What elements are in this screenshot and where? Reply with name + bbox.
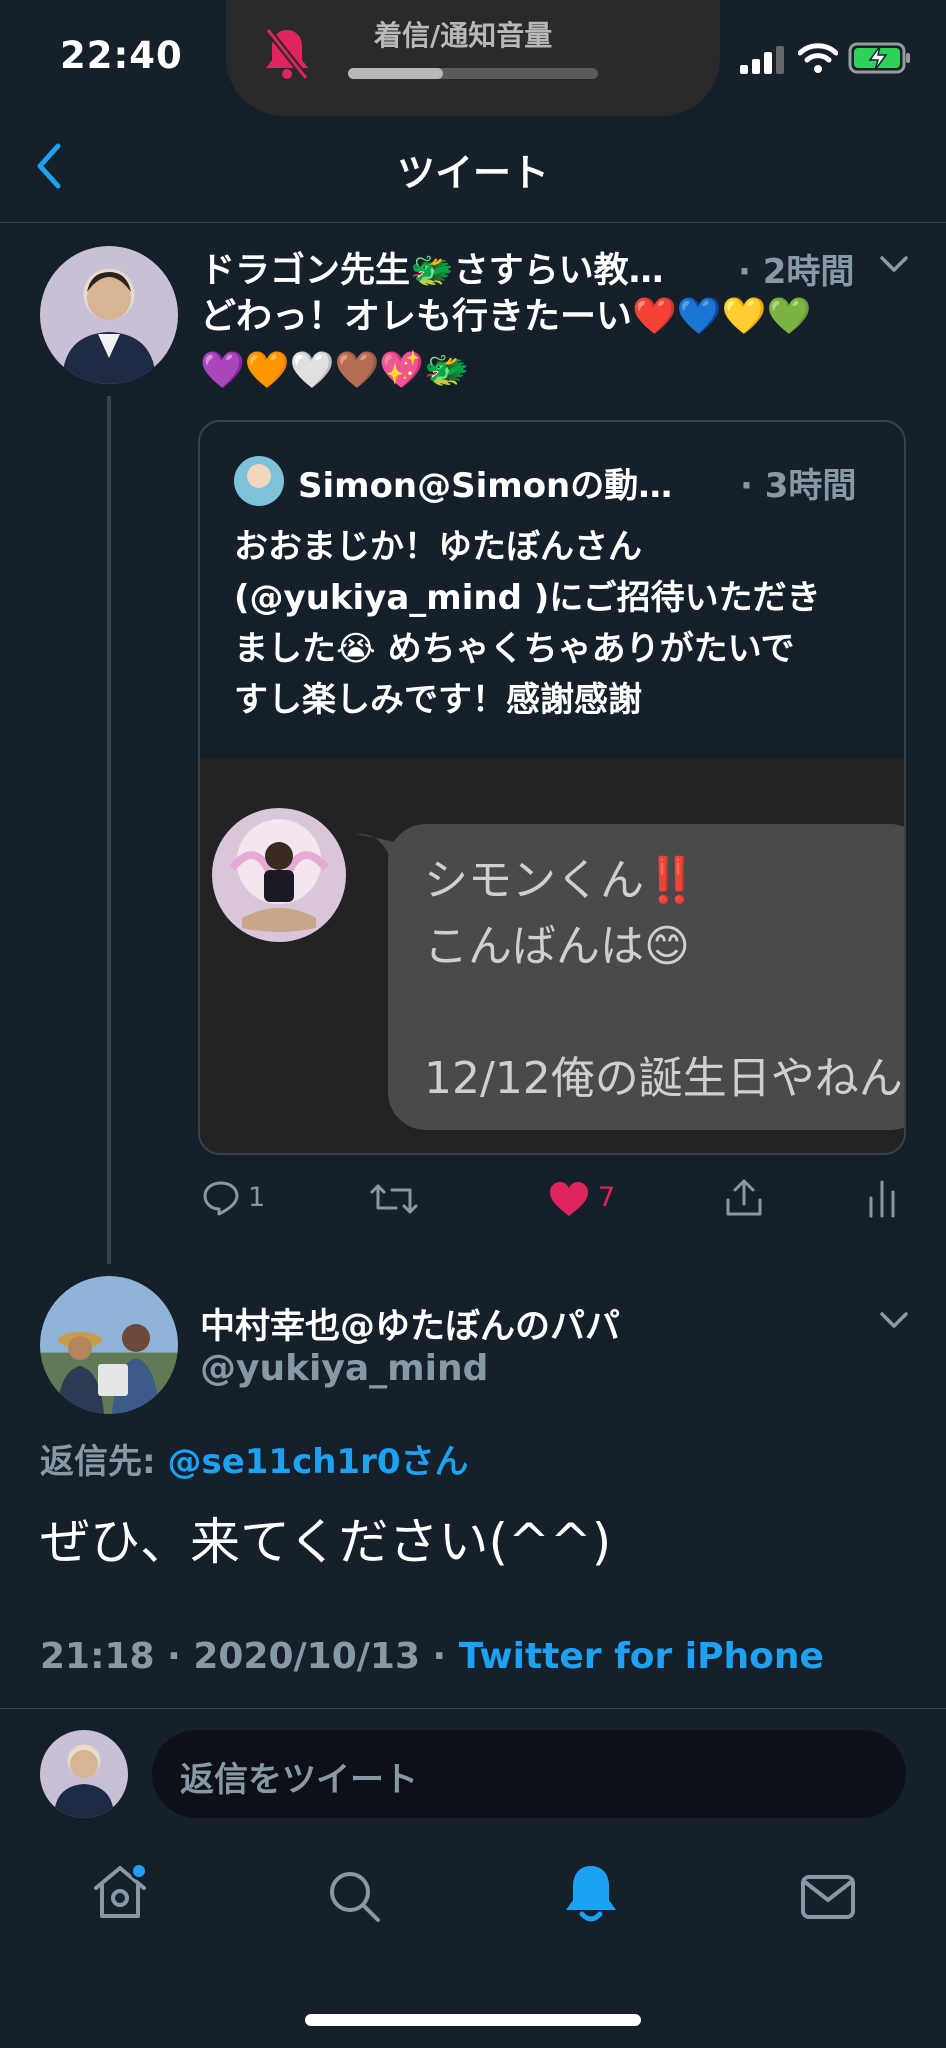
home-indicator xyxy=(305,2014,641,2026)
thread-connector-line xyxy=(107,396,111,1264)
chat-bubble-line1: シモンくん‼️ xyxy=(424,855,699,906)
quoted-tweet-text-line3: ました😭 めちゃくちゃありがたいで xyxy=(234,629,795,669)
parent-tweet-text-line2: 💜🧡🤍🤎💖🐲 xyxy=(200,350,469,391)
quoted-tweet-author: Simon@Simonの動… xyxy=(298,466,673,506)
quoted-tweet-image[interactable]: シモンくん‼️ こんばんは😊 12/12俺の誕生日やねん xyxy=(200,758,904,1153)
chat-bubble: シモンくん‼️ こんばんは😊 12/12俺の誕生日やねん xyxy=(388,824,904,1130)
search-icon[interactable] xyxy=(326,1868,382,1924)
quoted-tweet-card[interactable]: Simon@Simonの動… · 3時間 おおまじか！ゆたぼんさん (@yuki… xyxy=(198,420,906,1155)
reply-to-line: 返信先: @se11ch1r0さん xyxy=(40,1434,469,1483)
like-count: 7 xyxy=(598,1182,616,1213)
home-new-dot xyxy=(130,1862,148,1880)
share-icon[interactable] xyxy=(724,1178,764,1218)
chat-avatar xyxy=(212,808,346,942)
parent-tweet-author[interactable]: ドラゴン先生🐲さすらい教… xyxy=(200,242,664,293)
quoted-tweet-text-line4: すし楽しみです！感謝感謝 xyxy=(234,680,642,720)
volume-fill xyxy=(348,68,443,79)
wifi-icon xyxy=(798,43,838,73)
like-heart-icon[interactable] xyxy=(548,1180,590,1218)
quoted-tweet-text-line1: おおまじか！ゆたぼんさん xyxy=(234,527,642,567)
chat-bubble-line2: こんばんは😊 xyxy=(424,921,690,972)
quoted-tweet-time: · 3時間 xyxy=(740,466,857,506)
main-tweet-meta: 21:18 · 2020/10/13 · Twitter for iPhone xyxy=(40,1636,824,1677)
notifications-icon[interactable] xyxy=(562,1862,620,1926)
signal-icon xyxy=(740,46,784,74)
reply-divider xyxy=(0,1708,946,1709)
reply-count: 1 xyxy=(248,1182,266,1213)
reply-to-handle[interactable]: @se11ch1r0さん xyxy=(167,1442,468,1482)
retweet-icon[interactable] xyxy=(370,1182,418,1216)
chat-bubble-line3: 12/12俺の誕生日やねん xyxy=(424,1053,903,1104)
main-tweet-author[interactable]: 中村幸也@ゆたぼんのパパ xyxy=(200,1298,620,1349)
messages-icon[interactable] xyxy=(800,1874,856,1920)
quoted-tweet-text-line2: (@yukiya_mind )にご招待いただき xyxy=(234,578,821,618)
main-tweet-timestamp: 21:18 · 2020/10/13 · xyxy=(40,1636,459,1677)
battery-charging-icon xyxy=(848,42,910,74)
current-user-avatar[interactable] xyxy=(40,1730,128,1818)
reply-placeholder: 返信をツイート xyxy=(180,1760,418,1800)
parent-tweet-avatar[interactable] xyxy=(40,246,178,384)
main-tweet-menu-chevron-icon[interactable] xyxy=(878,1308,910,1332)
main-tweet-text: ぜひ、来てください(^^) xyxy=(40,1513,612,1571)
chevron-down-icon[interactable] xyxy=(878,252,910,276)
status-time: 22:40 xyxy=(60,34,183,77)
main-tweet-avatar[interactable] xyxy=(40,1276,178,1414)
reply-icon[interactable] xyxy=(202,1180,240,1216)
main-tweet-source-link[interactable]: Twitter for iPhone xyxy=(459,1636,824,1677)
quoted-tweet-avatar xyxy=(234,456,284,506)
main-tweet-handle[interactable]: @yukiya_mind xyxy=(200,1348,488,1389)
parent-tweet-time: · 2時間 xyxy=(738,252,855,292)
reply-to-label: 返信先: xyxy=(40,1442,156,1482)
volume-label: 着信/通知音量 xyxy=(374,19,553,52)
muted-bell-icon xyxy=(265,27,309,81)
analytics-icon[interactable] xyxy=(866,1178,898,1218)
parent-tweet-text-line1: どわっ！オレも行きたーい❤️💙💛💚 xyxy=(200,296,812,337)
header-divider xyxy=(0,222,946,223)
page-title: ツイート xyxy=(396,151,549,195)
